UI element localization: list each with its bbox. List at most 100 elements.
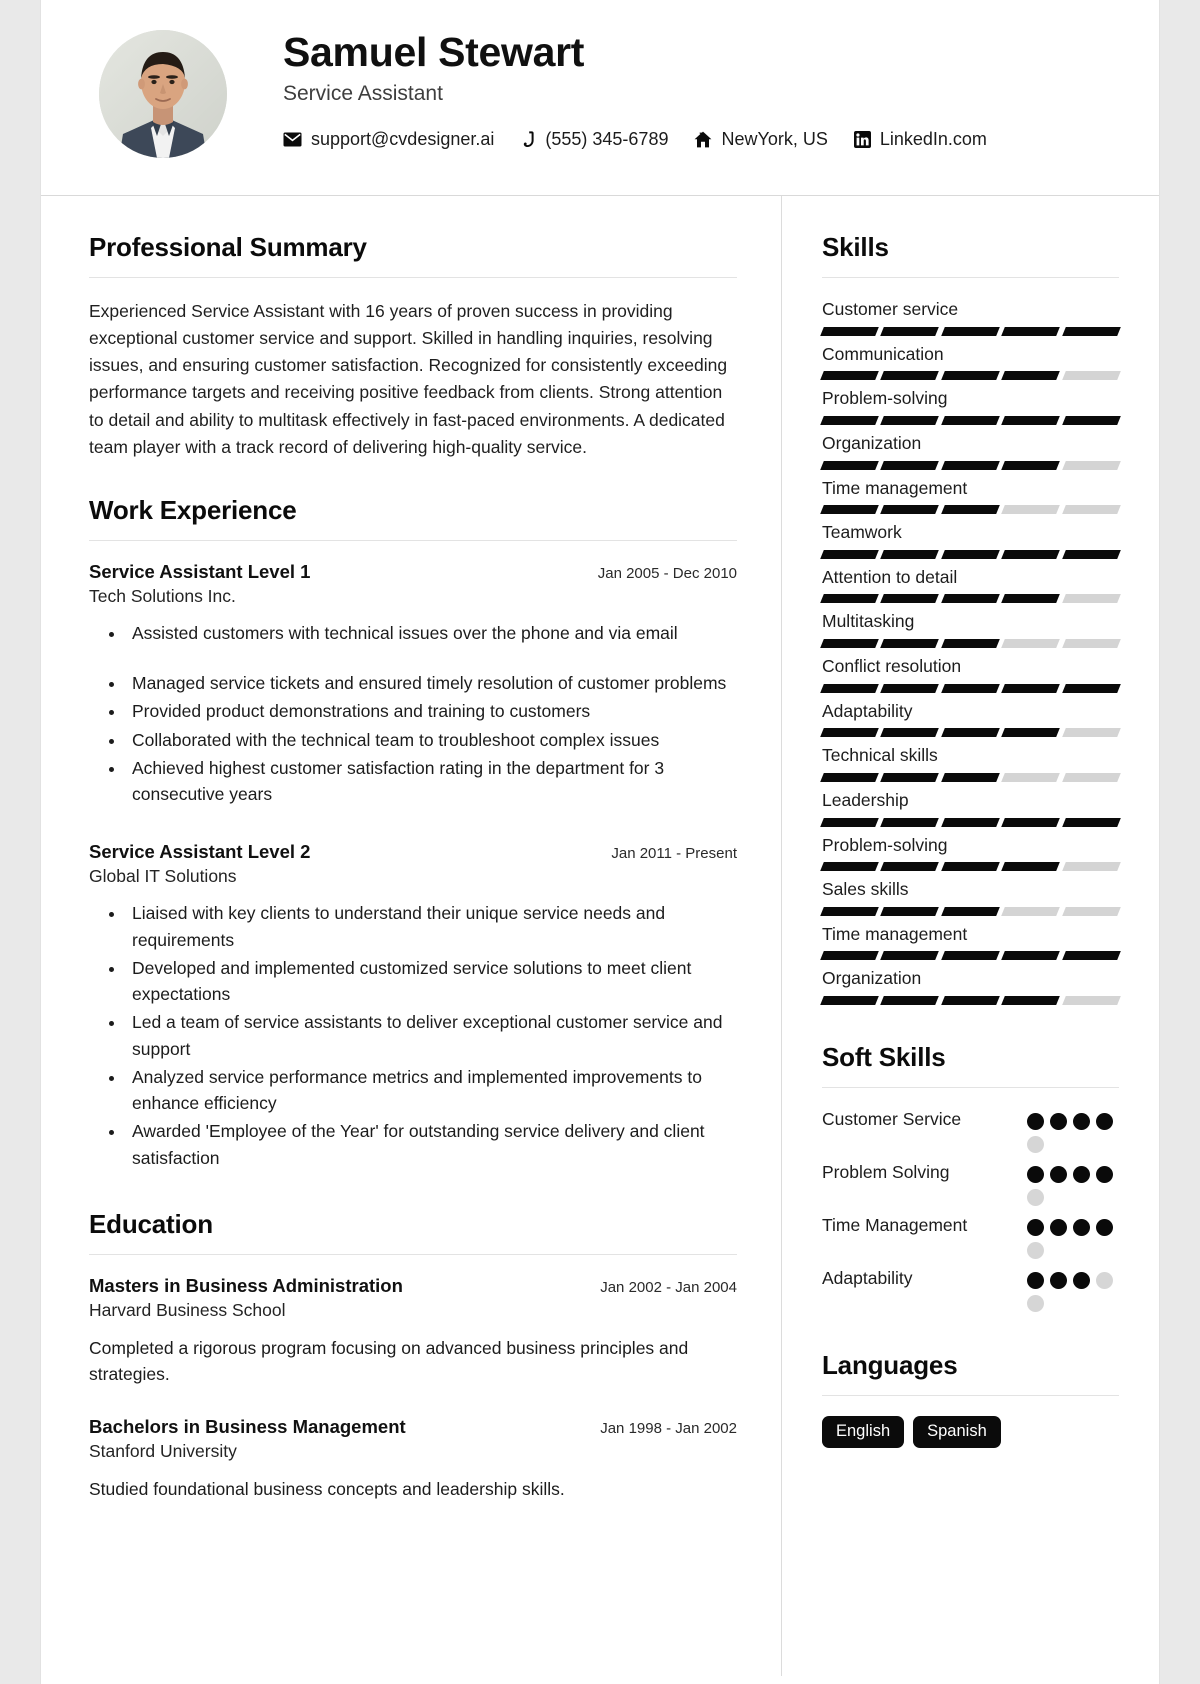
skill-label: Attention to detail xyxy=(822,566,958,587)
skill-segment-filled xyxy=(820,549,880,559)
rating-dot-filled xyxy=(1096,1166,1113,1183)
skill-segment-filled xyxy=(880,594,940,604)
work-entry-header: Service Assistant Level 1 Jan 2005 - Dec… xyxy=(89,561,737,583)
section-heading-work: Work Experience xyxy=(89,494,297,525)
soft-skill-label: Adaptability xyxy=(822,1268,913,1288)
work-entry: Service Assistant Level 1 Jan 2005 - Dec… xyxy=(89,561,737,808)
rating-dot-empty xyxy=(1027,1242,1044,1259)
soft-skill-label: Customer Service xyxy=(822,1109,962,1129)
education-entry-header: Bachelors in Business Management Jan 199… xyxy=(89,1416,737,1438)
skill-segment-filled xyxy=(880,817,940,827)
skill-segment-filled xyxy=(820,460,880,470)
work-bullets: Liaised with key clients to understand t… xyxy=(89,900,737,1171)
skill-segment-empty xyxy=(1061,594,1121,604)
skill-segment-filled xyxy=(1061,951,1121,961)
education-date: Jan 2002 - Jan 2004 xyxy=(600,1278,737,1296)
list-item: Provided product demonstrations and trai… xyxy=(126,698,737,724)
page-title: Samuel Stewart xyxy=(283,29,585,75)
work-date: Jan 2011 - Present xyxy=(611,845,737,863)
skill-segment-filled xyxy=(940,594,1001,604)
skill-segment-empty xyxy=(1061,996,1121,1005)
skill-segment-empty xyxy=(1061,772,1121,782)
soft-skill-row: Customer Service xyxy=(822,1108,1119,1153)
skill-segment-filled xyxy=(820,415,880,425)
skill-segment-filled xyxy=(820,817,880,827)
skill-row: Adaptability xyxy=(820,700,1121,738)
skill-segment-filled xyxy=(940,371,1001,381)
section-heading-summary: Professional Summary xyxy=(89,232,367,262)
skill-row: Organization xyxy=(820,432,1121,470)
contact-phone[interactable]: (555) 345-6789 xyxy=(520,129,668,150)
soft-skills-list: Customer Service Problem Solving Time Mana… xyxy=(822,1108,1119,1312)
skill-segment-filled xyxy=(880,326,940,336)
skill-segment-filled xyxy=(940,772,1001,782)
skill-row: Organization xyxy=(820,967,1121,1005)
skill-segment-filled xyxy=(940,817,1001,827)
rating-dot-empty xyxy=(1027,1136,1044,1153)
education-degree: Masters in Business Administration xyxy=(89,1274,403,1296)
skill-segment-filled xyxy=(880,415,940,425)
skill-segment-filled xyxy=(820,683,880,693)
section-divider xyxy=(822,1087,1119,1088)
skill-segment-filled xyxy=(1001,951,1061,961)
skill-level-bar xyxy=(820,728,1121,738)
skill-segment-filled xyxy=(940,862,1001,872)
skill-level-bar xyxy=(820,326,1121,336)
skill-row: Conflict resolution xyxy=(820,655,1121,693)
skill-segment-filled xyxy=(880,996,940,1005)
soft-skill-rating xyxy=(1027,1161,1119,1206)
contact-linkedin-text: LinkedIn.com xyxy=(879,128,987,149)
skill-row: Time management xyxy=(820,923,1121,961)
skill-level-bar xyxy=(820,817,1121,827)
education-entry: Masters in Business Administration Jan 2… xyxy=(89,1275,737,1388)
skill-segment-filled xyxy=(1061,683,1121,693)
header-text-block: Samuel Stewart Service Assistant support… xyxy=(227,24,987,150)
section-divider xyxy=(822,1395,1119,1396)
skill-level-bar xyxy=(820,594,1121,604)
section-heading-education: Education xyxy=(89,1208,213,1239)
language-chip[interactable]: Spanish xyxy=(913,1416,1001,1448)
skill-label: Sales skills xyxy=(822,879,909,900)
contact-email[interactable]: support@cvdesigner.ai xyxy=(283,129,494,150)
skill-segment-filled xyxy=(820,639,880,648)
skill-segment-filled xyxy=(820,951,880,961)
skill-label: Teamwork xyxy=(822,522,902,543)
section-divider xyxy=(89,1253,737,1255)
avatar-photo xyxy=(99,30,227,158)
rating-dot-filled xyxy=(1050,1113,1067,1130)
skill-segment-filled xyxy=(1061,817,1121,827)
skill-segment-filled xyxy=(820,505,880,515)
skill-segment-filled xyxy=(1061,415,1121,425)
skill-label: Leadership xyxy=(822,789,909,810)
skill-segment-filled xyxy=(940,728,1001,738)
education-description: Completed a rigorous program focusing on… xyxy=(89,1337,689,1385)
skill-segment-filled xyxy=(820,862,880,872)
section-heading-skills: Skills xyxy=(822,232,889,262)
skill-segment-filled xyxy=(880,728,940,738)
skill-segment-filled xyxy=(820,728,880,738)
contact-linkedin[interactable]: LinkedIn.com xyxy=(853,128,987,150)
skill-segment-filled xyxy=(880,505,940,515)
linkedin-icon xyxy=(853,130,871,148)
email-icon xyxy=(283,132,302,147)
resume-header: Samuel Stewart Service Assistant support… xyxy=(41,0,1159,196)
skill-label: Time management xyxy=(822,477,968,498)
skill-segment-filled xyxy=(820,371,880,381)
list-item: Assisted customers with technical issues… xyxy=(126,620,737,646)
skill-level-bar xyxy=(820,772,1121,782)
skill-level-bar xyxy=(820,460,1121,470)
work-company: Tech Solutions Inc. xyxy=(89,585,236,606)
contact-list: support@cvdesigner.ai (555) 345-6789 New… xyxy=(283,129,987,150)
contact-location[interactable]: NewYork, US xyxy=(694,129,828,150)
skill-segment-filled xyxy=(880,460,940,470)
skill-segment-filled xyxy=(880,862,940,872)
skill-label: Communication xyxy=(822,343,944,364)
section-divider xyxy=(89,277,737,278)
language-chip[interactable]: English xyxy=(822,1416,905,1448)
skill-segment-filled xyxy=(820,996,880,1005)
skill-row: Customer service xyxy=(820,298,1121,336)
skill-segment-filled xyxy=(1001,326,1061,336)
skill-segment-filled xyxy=(1001,371,1061,381)
